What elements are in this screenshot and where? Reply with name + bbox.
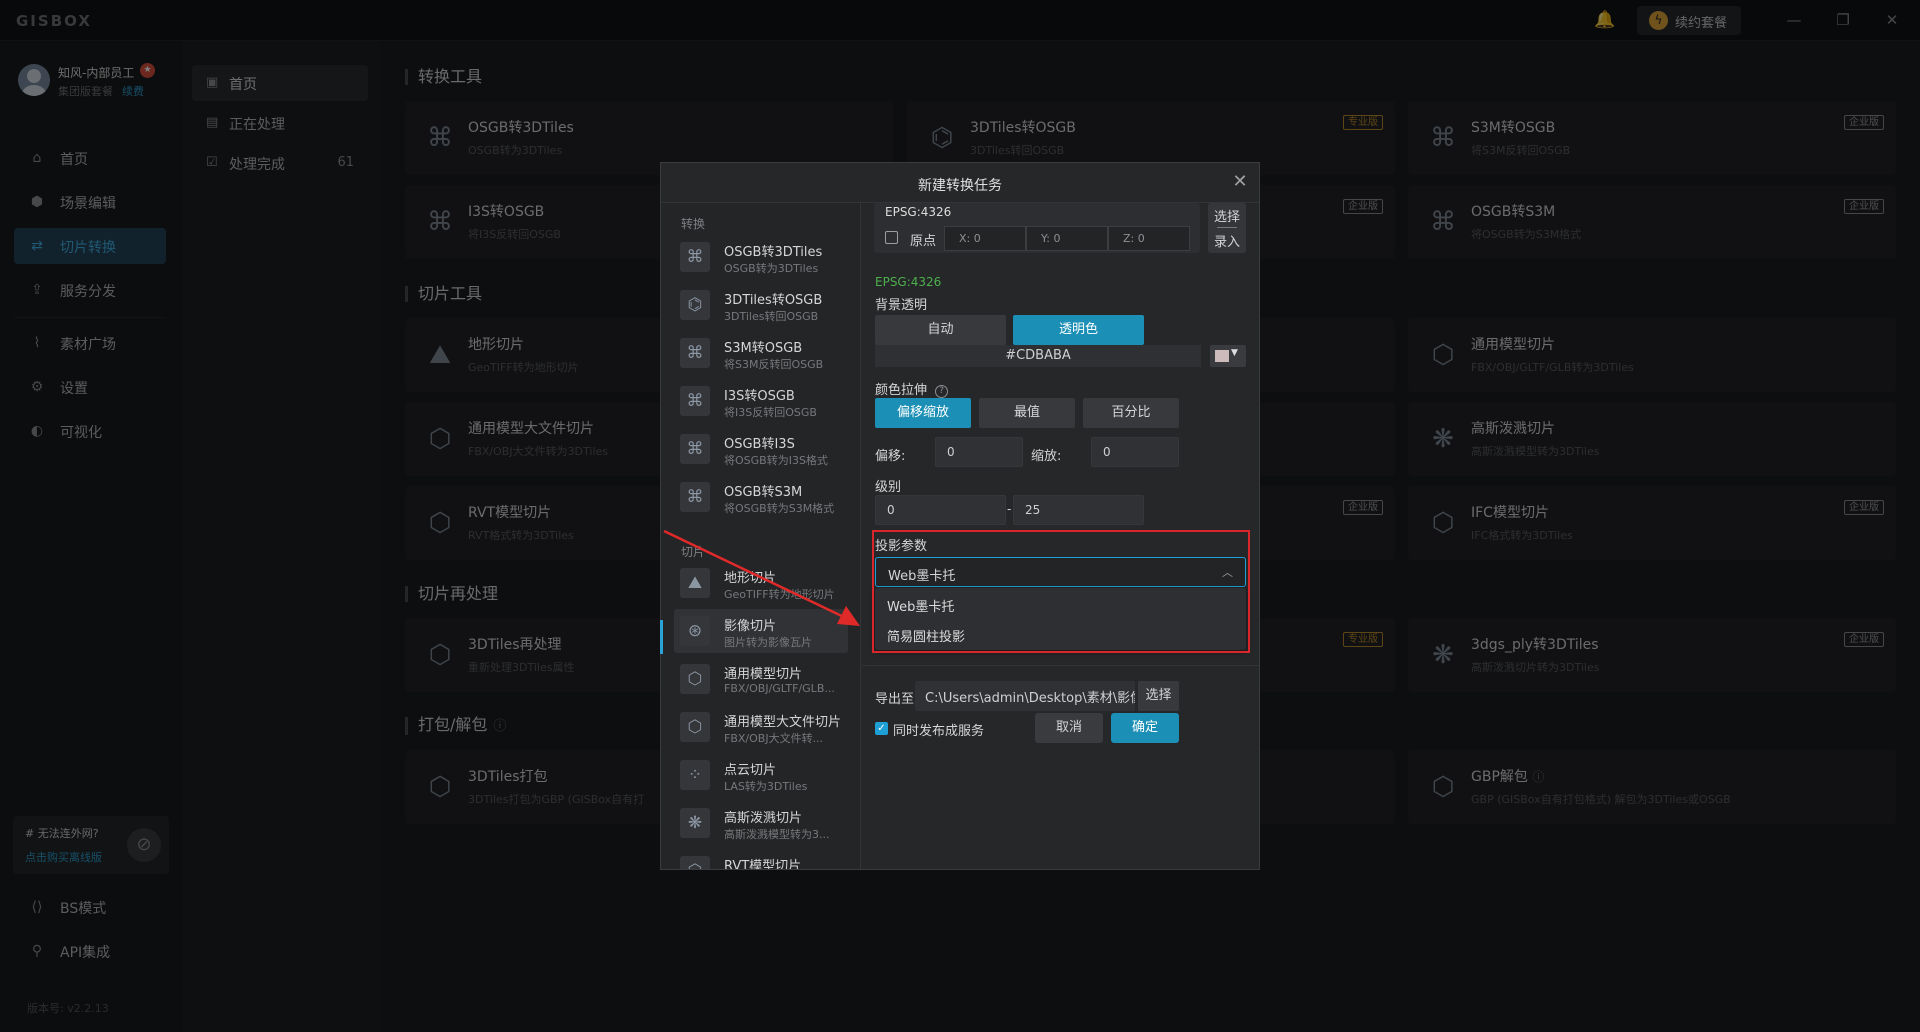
origin-y-input[interactable]: Y: 0 [1026,226,1108,251]
task-type-title: 点云切片 [724,763,777,778]
new-task-dialog: 新建转换任务 ✕ 转换 ⌘ OSGB转3DTiles OSGB转为3DTiles ⌬… [660,162,1260,870]
bg-transparent-label: 背景透明 [875,298,928,313]
cancel-button[interactable]: 取消 [1035,713,1103,743]
dialog-header: 新建转换任务 ✕ [661,163,1259,203]
input-label: 录入 [1213,235,1240,250]
gaussian-icon: ❋ [680,808,710,838]
level-min-input[interactable]: 0 [875,495,1006,525]
task-type-subtitle: LAS转为3DTiles [724,780,808,793]
color-picker[interactable]: ▼ [1210,345,1246,367]
scale-label: 缩放: [1031,449,1062,464]
offset-label: 偏移: [875,449,906,464]
color-swatch [1215,350,1229,362]
level-max-input[interactable]: 25 [1013,495,1144,525]
export-select-button[interactable]: 选择 [1138,681,1179,711]
level-label: 级别 [875,480,902,495]
stretch-minmax-button[interactable]: 最值 [979,398,1075,428]
task-type-title: RVT模型切片 [724,859,802,869]
origin-checkbox[interactable] [885,231,898,244]
scale-input[interactable]: 0 [1091,437,1179,467]
bg-transparent-color-button[interactable]: 透明色 [1013,315,1144,345]
highlight-box [872,530,1250,653]
close-icon[interactable]: ✕ [1229,171,1251,193]
confirm-button[interactable]: 确定 [1111,713,1179,743]
origin-z-input[interactable]: Z: 0 [1108,226,1190,251]
color-stretch-label: 颜色拉伸? [875,379,949,398]
stretch-percent-button[interactable]: 百分比 [1083,398,1179,428]
bg-auto-button[interactable]: 自动 [875,315,1006,345]
chevron-down-icon: ▼ [1231,348,1238,358]
epsg-status: EPSG:4326 [875,275,942,289]
origin-x-input[interactable]: X: 0 [944,226,1026,251]
task-form: EPSG:4326 原点 X: 0 Y: 0 Z: 0 选择 录入 EPSG:4… [661,203,1259,743]
dialog-title: 新建转换任务 [918,178,1002,194]
cube-icon: ⬡ [680,856,710,869]
footer-divider [862,665,1259,666]
color-value-field[interactable]: #CDBABA [875,345,1201,367]
pointcloud-icon: ⁘ [680,760,710,790]
epsg-value: EPSG:4326 [885,205,952,219]
task-type-item[interactable]: ⬡ RVT模型切片 [674,849,848,869]
divider [1217,227,1237,228]
task-type-subtitle: 高斯泼溅模型转为3... [724,828,830,841]
select-label: 选择 [1213,210,1240,225]
origin-label: 原点 [910,234,937,249]
selected-item-indicator [660,620,663,654]
export-path-input[interactable]: C:\Users\admin\Desktop\素材\影像\out... [915,681,1135,711]
level-separator: - [1007,502,1012,516]
export-label: 导出至 [875,692,915,707]
stretch-offset-scale-button[interactable]: 偏移缩放 [875,398,971,428]
task-type-item[interactable]: ❋ 高斯泼溅切片高斯泼溅模型转为3... [674,801,848,845]
select-input-button[interactable]: 选择 录入 [1208,203,1246,253]
task-type-item[interactable]: ⁘ 点云切片 LAS转为3DTiles [674,753,848,797]
publish-service-checkbox[interactable]: ✓ [875,722,888,735]
offset-input[interactable]: 0 [935,437,1023,467]
publish-service-label: 同时发布成服务 [893,724,985,739]
task-type-title: 高斯泼溅切片 [724,811,803,826]
color-stretch-text: 颜色拉伸 [875,383,928,398]
help-icon[interactable]: ? [935,385,949,398]
